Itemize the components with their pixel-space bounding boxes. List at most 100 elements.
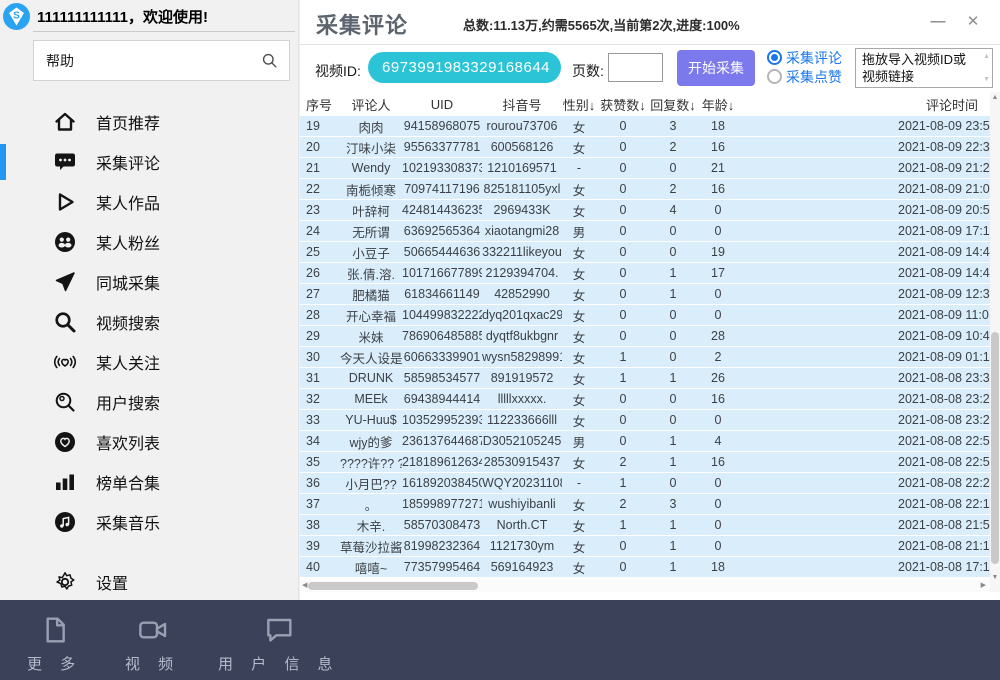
table-cell: 0: [596, 539, 650, 553]
table-row[interactable]: 34wjy的爹236137644687...D3052105245男014202…: [300, 431, 990, 452]
table-row[interactable]: 25小豆子50665444636332211likeyou女00192021-0…: [300, 242, 990, 263]
table-cell: 2021-08-08 22:1: [740, 497, 990, 511]
search-icon[interactable]: [260, 51, 279, 70]
table-cell: MEEk: [340, 392, 402, 406]
table-row[interactable]: 40嘻嘻~77357995464569164923女01182021-08-08…: [300, 557, 990, 578]
drop-import-area[interactable]: 拖放导入视频ID或视频链接 ▲ ▼: [855, 48, 993, 88]
table-cell: 1: [596, 350, 650, 364]
minimize-button[interactable]: —: [925, 8, 951, 34]
table-cell: 2021-08-08 23:2: [740, 413, 990, 427]
scroll-right-icon[interactable]: ▶: [981, 582, 986, 590]
sidebar-item-follows[interactable]: 某人关注: [0, 342, 300, 382]
sidebar-item-likes[interactable]: 喜欢列表: [0, 422, 300, 462]
table-row[interactable]: 26张.倩.溶.1017166778992129394704.女01172021…: [300, 263, 990, 284]
more-button[interactable]: 更 多: [27, 614, 82, 674]
table-cell: 22: [300, 182, 340, 196]
sidebar-item-comments[interactable]: 采集评论: [0, 142, 300, 182]
table-row[interactable]: 23叶辞柯424814436235...2969433K女0402021-08-…: [300, 200, 990, 221]
sidebar-item-user-search[interactable]: 用户搜索: [0, 382, 300, 422]
table-cell: WQY20231108: [482, 476, 562, 490]
sidebar-item-home[interactable]: 首页推荐: [0, 102, 300, 142]
table-row[interactable]: 38木辛.58570308473North.CT女1102021-08-08 2…: [300, 515, 990, 536]
table-cell: 2021-08-08 17:1: [740, 560, 990, 574]
radio-collect-comments[interactable]: 采集评论: [767, 49, 842, 66]
column-header[interactable]: 获赞数↓: [596, 95, 650, 114]
table-row[interactable]: 37。185998977271...wushiyibanli女2302021-0…: [300, 494, 990, 515]
sidebar-item-works[interactable]: 某人作品: [0, 182, 300, 222]
table-row[interactable]: 20汀味小柒95563377781600568126女02162021-08-0…: [300, 137, 990, 158]
table-row[interactable]: 32MEEk69438944414lllllxxxxx.女00162021-08…: [300, 389, 990, 410]
table-cell: 嘻嘻~: [340, 558, 402, 577]
user-info-button[interactable]: 用 户 信 息: [218, 614, 340, 674]
table-row[interactable]: 36小月巴??161892038450...WQY20231108-100202…: [300, 473, 990, 494]
radio-selected-icon[interactable]: [767, 50, 782, 65]
column-header[interactable]: 序号: [300, 95, 340, 114]
column-header[interactable]: UID: [402, 97, 482, 112]
pages-input[interactable]: [608, 53, 663, 82]
help-search-box[interactable]: 帮助: [33, 40, 290, 81]
table-row[interactable]: 33YU-Huu$103529952393112233666lll女000202…: [300, 410, 990, 431]
table-row[interactable]: 22南栀倾寒70974117196825181105yxl女02162021-0…: [300, 179, 990, 200]
sidebar-item-music[interactable]: 采集音乐: [0, 502, 300, 542]
table-row[interactable]: 19肉肉94158968075rourou73706女03182021-08-0…: [300, 116, 990, 137]
table-cell: 32: [300, 392, 340, 406]
column-header[interactable]: 抖音号: [482, 95, 562, 114]
start-collect-button[interactable]: 开始采集: [677, 50, 755, 86]
sidebar-item-city[interactable]: 同城采集: [0, 262, 300, 302]
table-cell: 34: [300, 434, 340, 448]
table-cell: 1: [650, 287, 696, 301]
table-cell: 无所谓: [340, 222, 402, 241]
table-row[interactable]: 24无所谓63692565364xiaotangmi28男0002021-08-…: [300, 221, 990, 242]
table-cell: 0: [596, 329, 650, 343]
table-row[interactable]: 31DRUNK58598534577891919572女11262021-08-…: [300, 368, 990, 389]
sidebar-item-rankings[interactable]: 榜单合集: [0, 462, 300, 502]
radio-collect-likes[interactable]: 采集点赞: [767, 68, 842, 85]
table-cell: 4: [650, 203, 696, 217]
main-panel: 采集评论 总数:11.13万,约需5565次,当前第2次,进度:100% — ✕…: [300, 0, 1000, 600]
scroll-down-icon[interactable]: ▼: [990, 574, 1000, 582]
vertical-scrollbar-thumb[interactable]: [991, 332, 999, 564]
table-cell: 0: [650, 245, 696, 259]
table-cell: 42852990: [482, 287, 562, 301]
table-cell: 3: [650, 119, 696, 133]
table-cell: 肥橘猫: [340, 285, 402, 304]
horizontal-scrollbar-thumb[interactable]: [308, 582, 478, 590]
horizontal-scrollbar[interactable]: ◀ ▶: [300, 580, 990, 592]
table-row[interactable]: 30今天人设是...60663339901wysn582989913女10220…: [300, 347, 990, 368]
table-cell: 女: [562, 264, 596, 283]
table-row[interactable]: 21Wendy1021933083731210169571-00212021-0…: [300, 158, 990, 179]
table-body: 19肉肉94158968075rourou73706女03182021-08-0…: [300, 116, 990, 578]
column-header[interactable]: 回复数↓: [650, 95, 696, 114]
table-cell: 61834661149: [402, 287, 482, 301]
radio-unselected-icon[interactable]: [767, 69, 782, 84]
scroll-down-icon[interactable]: ▼: [983, 76, 990, 83]
column-header[interactable]: 性别↓: [562, 95, 596, 114]
scroll-up-icon[interactable]: ▲: [990, 94, 1000, 102]
column-header[interactable]: 评论人: [340, 95, 402, 114]
vertical-scrollbar[interactable]: ▲ ▼: [990, 92, 1000, 592]
table-row[interactable]: 39草莓沙拉酱819982323641121730ym女0102021-08-0…: [300, 536, 990, 557]
sidebar-item-fans[interactable]: 某人粉丝: [0, 222, 300, 262]
sidebar-item-video-search[interactable]: 视频搜索: [0, 302, 300, 342]
sidebar-item-label: 某人粉丝: [96, 230, 160, 254]
table-row[interactable]: 35????许?? ??...218189612634...2853091543…: [300, 452, 990, 473]
scroll-left-icon[interactable]: ◀: [302, 582, 307, 590]
main-header: 采集评论 总数:11.13万,约需5565次,当前第2次,进度:100% — ✕: [300, 0, 1000, 45]
table-cell: 0: [596, 434, 650, 448]
video-id-input[interactable]: 6973991983329168644: [368, 52, 561, 83]
table-cell: 0: [650, 350, 696, 364]
table-row[interactable]: 27肥橘猫6183466114942852990女0102021-08-09 1…: [300, 284, 990, 305]
table-cell: 1: [650, 434, 696, 448]
scroll-up-icon[interactable]: ▲: [983, 53, 990, 60]
progress-stats: 总数:11.13万,约需5565次,当前第2次,进度:100%: [463, 15, 740, 34]
video-button[interactable]: 视 频: [125, 614, 180, 674]
column-header[interactable]: 评论时间: [740, 95, 990, 114]
close-button[interactable]: ✕: [960, 8, 986, 34]
table-cell: 张.倩.溶.: [340, 264, 402, 283]
table-row[interactable]: 28开心幸福104499832222dyq201qxac29女0002021-0…: [300, 305, 990, 326]
svg-text:S: S: [13, 11, 20, 22]
table-row[interactable]: 29米妹786906485885...dyqtf8ukbgnr女00282021…: [300, 326, 990, 347]
table-cell: 1: [650, 371, 696, 385]
table-cell: 102193308373: [402, 161, 482, 175]
column-header[interactable]: 年龄↓: [696, 95, 740, 114]
